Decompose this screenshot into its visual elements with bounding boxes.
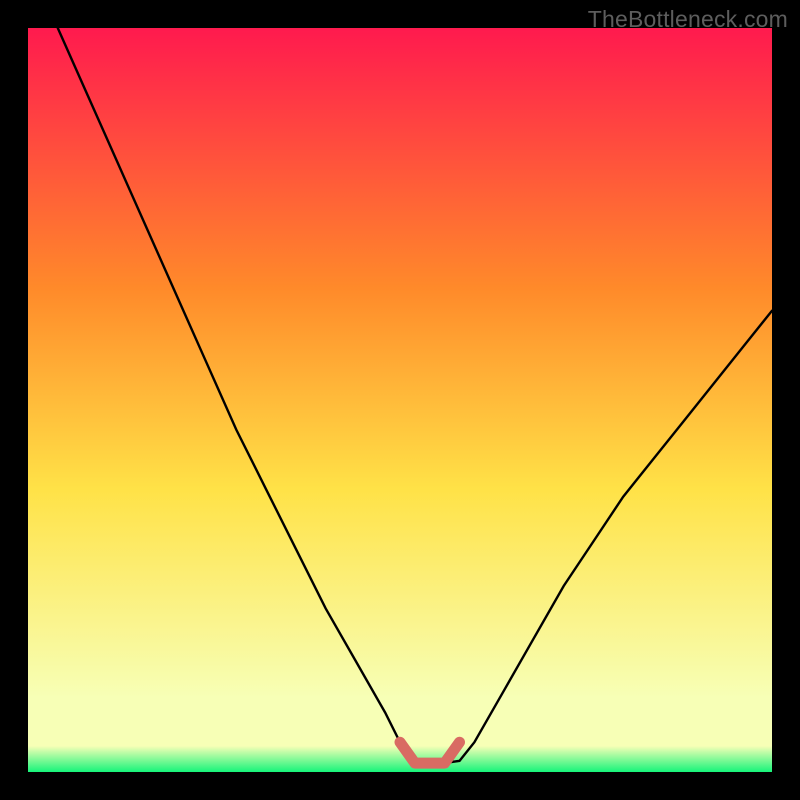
watermark-text: TheBottleneck.com — [588, 6, 788, 33]
chart-frame: TheBottleneck.com — [0, 0, 800, 800]
bottleneck-chart — [28, 28, 772, 772]
gradient-background — [28, 28, 772, 772]
